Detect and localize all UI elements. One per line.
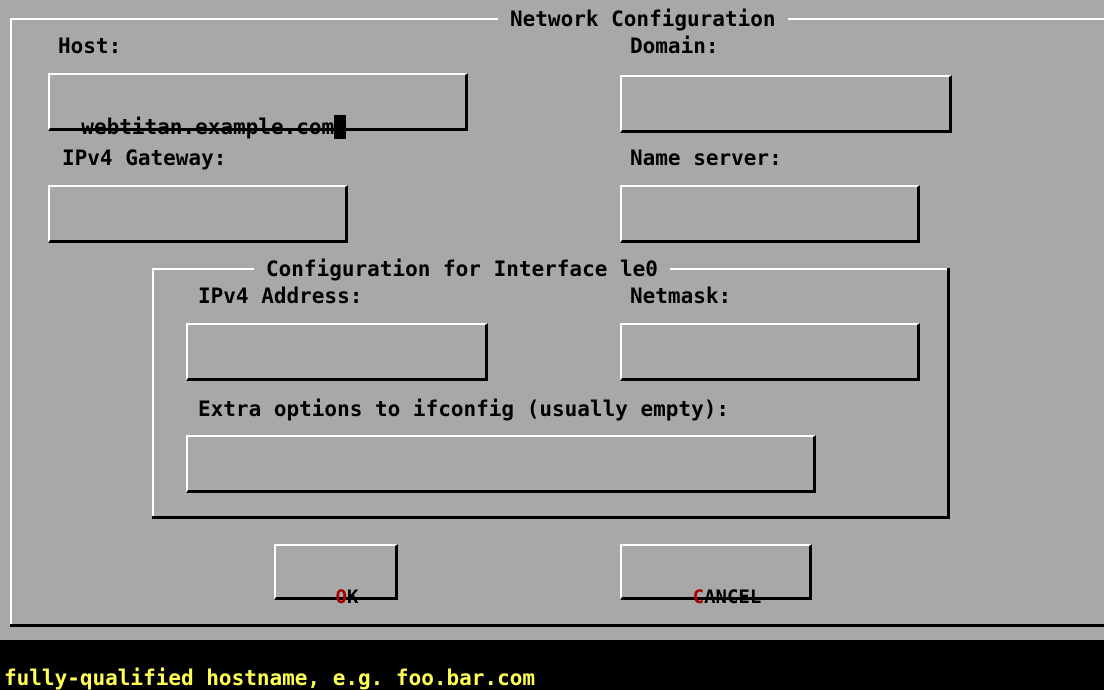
text-cursor [334,115,347,139]
domain-input[interactable] [620,75,952,133]
nameserver-input[interactable] [620,185,920,243]
cancel-button[interactable]: CANCEL [620,544,812,608]
extra-options-label: Extra options to ifconfig (usually empty… [198,397,730,421]
ok-hotkey: O [335,586,347,608]
ipv4-address-input[interactable] [186,323,488,381]
status-bar-background [0,640,1104,666]
ipv4-address-label: IPv4 Address: [198,284,363,308]
nameserver-label: Name server: [630,146,782,170]
extra-options-input[interactable] [186,435,816,493]
interface-group-title: Configuration for Interface le0 [254,257,670,281]
netmask-input[interactable] [620,323,920,381]
status-hint: fully-qualified hostname, e.g. foo.bar.c… [0,666,1104,690]
gateway-label: IPv4 Gateway: [62,146,227,170]
host-label: Host: [58,34,122,58]
host-input[interactable]: webtitan.example.com [48,73,468,139]
ok-button[interactable]: OK [274,544,398,608]
ok-label: K [346,586,359,608]
netmask-label: Netmask: [630,284,732,308]
gateway-input[interactable] [48,185,348,243]
cancel-label: ANCEL [704,586,762,608]
host-value: webtitan.example.com [81,115,335,139]
cancel-hotkey: C [692,586,705,608]
domain-label: Domain: [630,34,719,58]
dialog-title: Network Configuration [498,7,788,31]
